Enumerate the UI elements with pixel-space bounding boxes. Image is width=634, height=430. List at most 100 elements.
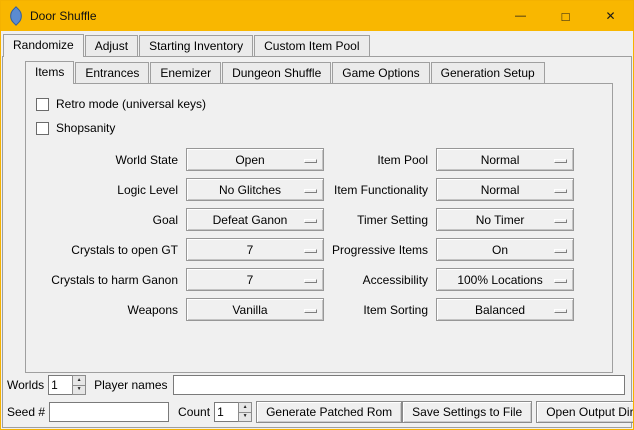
worlds-spinner-down-button[interactable]: ▼ (72, 386, 86, 396)
progressive-items-dropdown[interactable]: On (436, 238, 574, 261)
settings-grid: World State Open Item Pool Normal Logic … (32, 148, 572, 321)
tab-adjust[interactable]: Adjust (85, 35, 138, 56)
goal-label: Goal (32, 213, 178, 227)
retro-mode-option: Retro mode (universal keys) (32, 92, 612, 116)
close-button[interactable]: ✕ (588, 1, 633, 31)
timer-setting-value: No Timer (476, 213, 535, 227)
tab-game-options[interactable]: Game Options (332, 62, 429, 83)
logic-level-label: Logic Level (32, 183, 178, 197)
timer-setting-dropdown[interactable]: No Timer (436, 208, 574, 231)
shopsanity-option: Shopsanity (32, 116, 612, 140)
arrow-up-icon: ▲ (243, 405, 248, 410)
shopsanity-label: Shopsanity (56, 121, 115, 135)
item-pool-label: Item Pool (332, 153, 428, 167)
seed-label: Seed # (7, 405, 45, 419)
randomize-panel: Items Entrances Enemizer Dungeon Shuffle… (2, 56, 632, 428)
goal-dropdown[interactable]: Defeat Ganon (186, 208, 324, 231)
tab-enemizer[interactable]: Enemizer (150, 62, 221, 83)
world-state-value: Open (235, 153, 274, 167)
worlds-spinner-input[interactable] (48, 375, 72, 395)
dropdown-indicator-icon (304, 219, 317, 223)
arrow-down-icon: ▼ (243, 414, 248, 419)
crystals-harm-ganon-label: Crystals to harm Ganon (32, 273, 178, 287)
crystals-open-gt-dropdown[interactable]: 7 (186, 238, 324, 261)
save-settings-button[interactable]: Save Settings to File (402, 401, 532, 423)
app-icon (6, 6, 26, 26)
open-output-directory-button[interactable]: Open Output Directory (536, 401, 634, 423)
tab-randomize[interactable]: Randomize (3, 34, 84, 57)
dropdown-indicator-icon (304, 309, 317, 313)
goal-value: Defeat Ganon (213, 213, 298, 227)
tab-entrances[interactable]: Entrances (75, 62, 149, 83)
weapons-dropdown[interactable]: Vanilla (186, 298, 324, 321)
dropdown-indicator-icon (554, 159, 567, 163)
dropdown-indicator-icon (554, 189, 567, 193)
tab-items[interactable]: Items (25, 61, 74, 84)
world-state-dropdown[interactable]: Open (186, 148, 324, 171)
weapons-label: Weapons (32, 303, 178, 317)
worlds-spinner-up-button[interactable]: ▲ (72, 375, 86, 386)
crystals-harm-ganon-value: 7 (247, 273, 264, 287)
item-sorting-dropdown[interactable]: Balanced (436, 298, 574, 321)
item-pool-dropdown[interactable]: Normal (436, 148, 574, 171)
dropdown-indicator-icon (304, 279, 317, 283)
retro-mode-label: Retro mode (universal keys) (56, 97, 206, 111)
window: Door Shuffle — □ ✕ Randomize Adjust Star… (0, 0, 634, 430)
player-names-input[interactable] (173, 375, 626, 395)
world-state-label: World State (32, 153, 178, 167)
window-body: Randomize Adjust Starting Inventory Cust… (1, 31, 633, 429)
worlds-spinner: ▲ ▼ (48, 375, 86, 395)
count-label: Count (178, 405, 210, 419)
minimize-button[interactable]: — (498, 1, 543, 31)
logic-level-value: No Glitches (219, 183, 291, 197)
player-names-label: Player names (94, 378, 167, 392)
bottom-controls: Worlds ▲ ▼ Player names Seed # Count (7, 375, 627, 423)
tab-starting-inventory[interactable]: Starting Inventory (139, 35, 253, 56)
count-spinner: ▲ ▼ (214, 402, 252, 422)
accessibility-value: 100% Locations (457, 273, 552, 287)
worlds-row: Worlds ▲ ▼ Player names (7, 375, 627, 395)
tab-custom-item-pool[interactable]: Custom Item Pool (254, 35, 369, 56)
maximize-icon: □ (562, 10, 570, 23)
count-spinner-arrows: ▲ ▼ (238, 402, 252, 422)
retro-mode-checkbox[interactable] (36, 98, 49, 111)
count-spinner-down-button[interactable]: ▼ (238, 413, 252, 423)
maximize-button[interactable]: □ (543, 1, 588, 31)
minimize-icon: — (515, 11, 526, 22)
worlds-spinner-arrows: ▲ ▼ (72, 375, 86, 395)
close-icon: ✕ (605, 10, 615, 22)
arrow-up-icon: ▲ (77, 378, 82, 383)
accessibility-dropdown[interactable]: 100% Locations (436, 268, 574, 291)
crystals-open-gt-value: 7 (247, 243, 264, 257)
item-functionality-dropdown[interactable]: Normal (436, 178, 574, 201)
item-sorting-label: Item Sorting (332, 303, 428, 317)
dropdown-indicator-icon (554, 219, 567, 223)
count-spinner-up-button[interactable]: ▲ (238, 402, 252, 413)
weapons-value: Vanilla (232, 303, 277, 317)
crystals-open-gt-label: Crystals to open GT (32, 243, 178, 257)
seed-row: Seed # Count ▲ ▼ Generate Patched Rom Sa… (7, 401, 627, 423)
progressive-items-value: On (492, 243, 518, 257)
accessibility-label: Accessibility (332, 273, 428, 287)
dropdown-indicator-icon (554, 309, 567, 313)
timer-setting-label: Timer Setting (332, 213, 428, 227)
item-functionality-label: Item Functionality (332, 183, 428, 197)
item-pool-value: Normal (481, 153, 530, 167)
tab-generation-setup[interactable]: Generation Setup (431, 62, 545, 83)
window-title: Door Shuffle (30, 9, 97, 23)
item-functionality-value: Normal (481, 183, 530, 197)
seed-input[interactable] (49, 402, 169, 422)
secondary-tab-bar: Items Entrances Enemizer Dungeon Shuffle… (25, 61, 631, 83)
title-bar: Door Shuffle — □ ✕ (1, 1, 633, 31)
primary-tab-bar: Randomize Adjust Starting Inventory Cust… (3, 34, 633, 56)
dropdown-indicator-icon (554, 279, 567, 283)
dropdown-indicator-icon (304, 249, 317, 253)
shopsanity-checkbox[interactable] (36, 122, 49, 135)
crystals-harm-ganon-dropdown[interactable]: 7 (186, 268, 324, 291)
logic-level-dropdown[interactable]: No Glitches (186, 178, 324, 201)
count-spinner-input[interactable] (214, 402, 238, 422)
arrow-down-icon: ▼ (77, 387, 82, 392)
generate-patched-rom-button[interactable]: Generate Patched Rom (256, 401, 402, 423)
progressive-items-label: Progressive Items (332, 243, 428, 257)
tab-dungeon-shuffle[interactable]: Dungeon Shuffle (222, 62, 331, 83)
